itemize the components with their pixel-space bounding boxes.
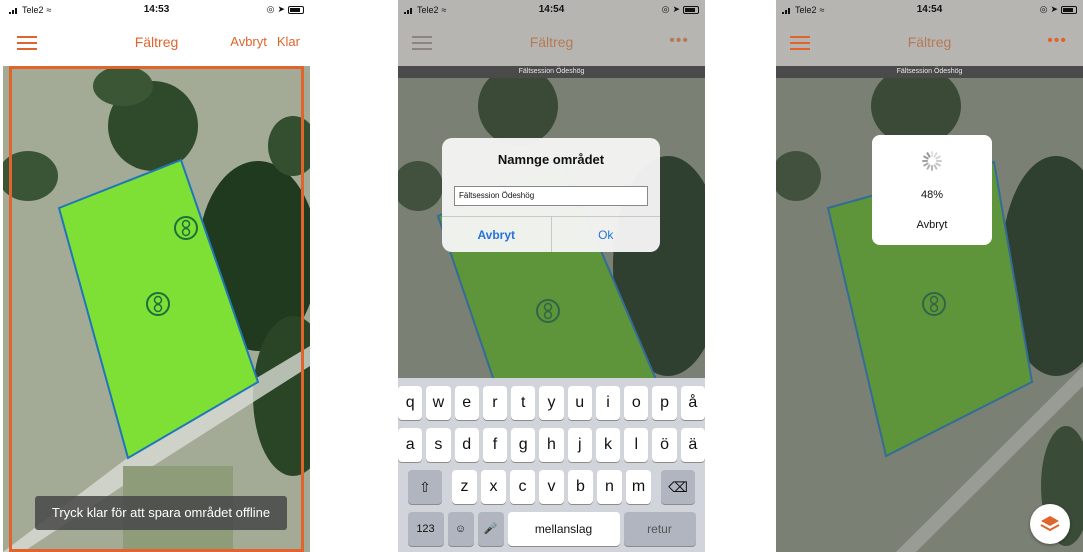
microphone-icon[interactable]: 🎤 <box>477 512 504 546</box>
dialog-ok-button[interactable]: Ok <box>552 217 661 252</box>
key-f[interactable]: f <box>482 428 508 462</box>
key-n[interactable]: n <box>597 470 622 504</box>
phone-screen-3: Tele2 ≈ 14:54 ◎ ➤ Fältreg ••• Fältsessio… <box>776 0 1083 552</box>
location-icon: ➤ <box>1050 4 1058 14</box>
key-i[interactable]: i <box>595 386 621 420</box>
phone-screen-1: Tele2 ≈ 14:53 ◎ ➤ Fältreg Avbryt Klar Tr… <box>3 0 310 552</box>
battery-icon <box>288 5 304 14</box>
key-p[interactable]: p <box>652 386 677 420</box>
status-time: 14:54 <box>538 4 565 15</box>
nav-bar: Fältreg Avbryt Klar <box>3 20 310 66</box>
session-name-bar: Fältsession Ödeshög <box>398 66 705 78</box>
key-u[interactable]: u <box>567 386 592 420</box>
area-name-input[interactable]: Fältsession Ödeshög <box>454 186 648 206</box>
session-name-bar: Fältsession Ödeshög <box>776 66 1083 78</box>
key-e[interactable]: e <box>454 386 479 420</box>
cancel-download-button[interactable]: Avbryt <box>872 219 992 231</box>
shift-icon[interactable]: ⇧ <box>408 470 442 504</box>
key-r[interactable]: r <box>482 386 508 420</box>
key-ö[interactable]: ö <box>652 428 677 462</box>
return-key[interactable]: retur <box>623 512 696 546</box>
key-v[interactable]: v <box>539 470 564 504</box>
name-area-dialog: Namnge området Fältsession Ödeshög Avbry… <box>442 138 660 252</box>
done-button[interactable]: Klar <box>277 34 300 49</box>
status-bar: Tele2 ≈ 14:53 ◎ ➤ <box>3 0 310 20</box>
nav-bar: Fältreg ••• <box>776 20 1083 66</box>
status-bar: Tele2 ≈ 14:54 ◎ ➤ <box>398 0 705 20</box>
alarm-icon: ◎ <box>661 4 670 14</box>
key-m[interactable]: m <box>626 470 651 504</box>
more-icon[interactable]: ••• <box>669 32 689 50</box>
layers-button[interactable] <box>1030 504 1070 544</box>
key-x[interactable]: x <box>481 470 506 504</box>
map-imagery <box>3 66 310 552</box>
key-ä[interactable]: ä <box>680 428 705 462</box>
key-y[interactable]: y <box>539 386 564 420</box>
key-d[interactable]: d <box>454 428 479 462</box>
dialog-title: Namnge området <box>497 152 605 167</box>
key-q[interactable]: q <box>398 386 423 420</box>
key-å[interactable]: å <box>680 386 705 420</box>
phone-screen-2: Tele2 ≈ 14:54 ◎ ➤ Fältreg ••• Fältsessio… <box>398 0 705 552</box>
backspace-icon[interactable]: ⌫ <box>661 470 695 504</box>
key-c[interactable]: c <box>510 470 535 504</box>
key-b[interactable]: b <box>568 470 593 504</box>
battery-icon <box>683 5 699 14</box>
space-key[interactable]: mellanslag <box>507 512 620 546</box>
key-g[interactable]: g <box>511 428 536 462</box>
key-k[interactable]: k <box>595 428 621 462</box>
key-l[interactable]: l <box>624 428 649 462</box>
key-a[interactable]: a <box>398 428 423 462</box>
satellite-map[interactable] <box>3 66 310 552</box>
save-offline-hint: Tryck klar för att spara området offline <box>35 496 287 530</box>
key-h[interactable]: h <box>539 428 564 462</box>
keyboard: qwertyuiopå asdfghjklöä ⇧ zxcvbnm ⌫ 123 … <box>398 378 705 552</box>
app-title: Fältreg <box>529 34 574 50</box>
alarm-icon: ◎ <box>1039 4 1048 14</box>
nav-bar: Fältreg ••• <box>398 20 705 66</box>
key-w[interactable]: w <box>426 386 451 420</box>
layers-icon <box>1040 516 1060 532</box>
app-title: Fältreg <box>907 34 952 50</box>
progress-percent: 48% <box>920 189 944 201</box>
key-j[interactable]: j <box>567 428 592 462</box>
emoji-icon[interactable]: ☺ <box>447 512 474 546</box>
key-s[interactable]: s <box>426 428 451 462</box>
location-icon: ➤ <box>672 4 680 14</box>
numbers-key[interactable]: 123 <box>407 512 444 546</box>
status-bar: Tele2 ≈ 14:54 ◎ ➤ <box>776 0 1083 20</box>
battery-icon <box>1061 5 1077 14</box>
more-icon[interactable]: ••• <box>1047 32 1067 50</box>
cancel-button[interactable]: Avbryt <box>230 34 267 49</box>
key-z[interactable]: z <box>452 470 477 504</box>
dialog-cancel-button[interactable]: Avbryt <box>442 217 552 252</box>
key-o[interactable]: o <box>624 386 649 420</box>
status-time: 14:54 <box>916 4 943 15</box>
spinner-icon <box>922 151 942 171</box>
alarm-icon: ◎ <box>266 4 275 14</box>
status-time: 14:53 <box>143 4 170 15</box>
location-icon: ➤ <box>277 4 285 14</box>
key-t[interactable]: t <box>511 386 536 420</box>
download-progress-dialog: 48% Avbryt <box>872 135 992 245</box>
